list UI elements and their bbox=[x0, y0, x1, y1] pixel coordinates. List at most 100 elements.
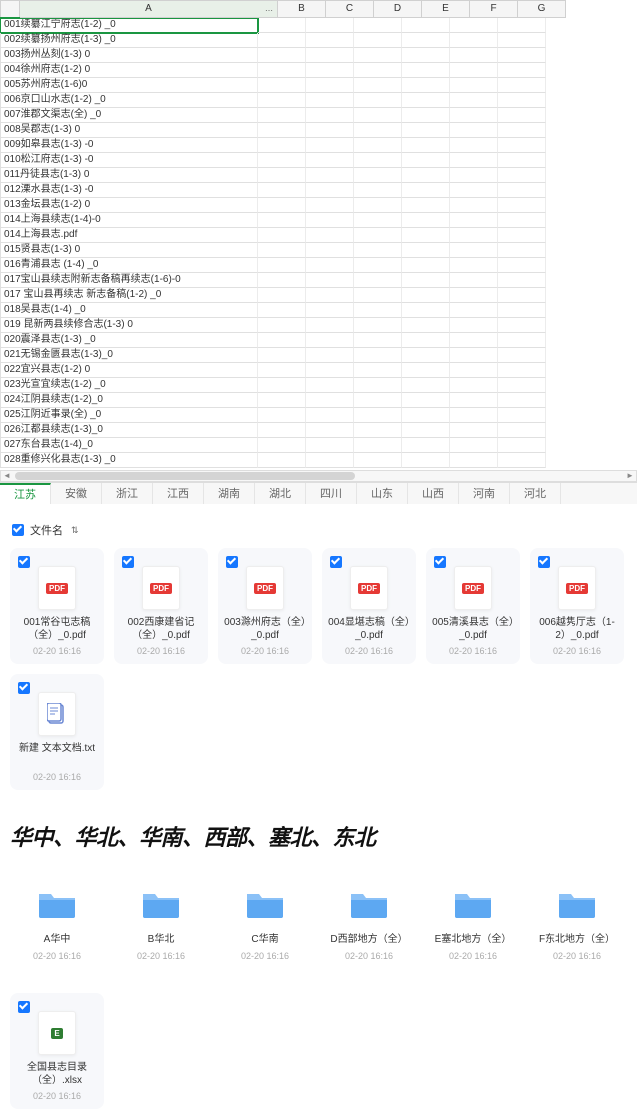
cell-D7[interactable] bbox=[354, 108, 402, 123]
cell-A14[interactable]: 014上海县续志(1-4)-0 bbox=[0, 213, 258, 228]
cell-F2[interactable] bbox=[450, 33, 498, 48]
cell-B30[interactable] bbox=[258, 453, 306, 468]
sort-icon[interactable]: ⇅ bbox=[71, 525, 79, 536]
cell-B24[interactable] bbox=[258, 363, 306, 378]
file-checkbox[interactable] bbox=[122, 556, 134, 568]
cell-E19[interactable] bbox=[402, 288, 450, 303]
select-all-checkbox[interactable] bbox=[12, 524, 24, 536]
cell-A7[interactable]: 007淮郡文渠志(全) _0 bbox=[0, 108, 258, 123]
cell-A22[interactable]: 020震泽县志(1-3) _0 bbox=[0, 333, 258, 348]
cell-G8[interactable] bbox=[498, 123, 546, 138]
cell-B13[interactable] bbox=[258, 198, 306, 213]
cell-F8[interactable] bbox=[450, 123, 498, 138]
cell-G16[interactable] bbox=[498, 243, 546, 258]
cell-G22[interactable] bbox=[498, 333, 546, 348]
file-checkbox[interactable] bbox=[434, 556, 446, 568]
cell-G29[interactable] bbox=[498, 438, 546, 453]
cell-G3[interactable] bbox=[498, 48, 546, 63]
file-checkbox[interactable] bbox=[330, 556, 342, 568]
sheet-tab[interactable]: 河南 bbox=[459, 483, 510, 504]
cell-C7[interactable] bbox=[306, 108, 354, 123]
file-checkbox[interactable] bbox=[18, 682, 30, 694]
cell-G13[interactable] bbox=[498, 198, 546, 213]
cell-C24[interactable] bbox=[306, 363, 354, 378]
cell-B8[interactable] bbox=[258, 123, 306, 138]
cell-F30[interactable] bbox=[450, 453, 498, 468]
column-header-C[interactable]: C bbox=[326, 0, 374, 18]
cell-B4[interactable] bbox=[258, 63, 306, 78]
cell-E14[interactable] bbox=[402, 213, 450, 228]
cell-E8[interactable] bbox=[402, 123, 450, 138]
cell-D10[interactable] bbox=[354, 153, 402, 168]
cell-F29[interactable] bbox=[450, 438, 498, 453]
cell-A2[interactable]: 002续纂扬州府志(1-3) _0 bbox=[0, 33, 258, 48]
cell-E10[interactable] bbox=[402, 153, 450, 168]
cell-E6[interactable] bbox=[402, 93, 450, 108]
cell-C15[interactable] bbox=[306, 228, 354, 243]
file-item[interactable]: PDF001常谷屯志稿（全）_0.pdf02-20 16:16 bbox=[10, 548, 104, 664]
cell-F22[interactable] bbox=[450, 333, 498, 348]
folder-item[interactable]: D西部地方（全）02-20 16:16 bbox=[322, 870, 416, 969]
cell-E17[interactable] bbox=[402, 258, 450, 273]
cell-C6[interactable] bbox=[306, 93, 354, 108]
cell-G27[interactable] bbox=[498, 408, 546, 423]
sheet-tab[interactable]: 湖南 bbox=[204, 483, 255, 504]
scrollbar-thumb[interactable] bbox=[15, 472, 355, 480]
cell-F21[interactable] bbox=[450, 318, 498, 333]
cell-G26[interactable] bbox=[498, 393, 546, 408]
cell-A9[interactable]: 009如皋县志(1-3) -0 bbox=[0, 138, 258, 153]
file-item[interactable]: 新建 文本文档.txt02-20 16:16 bbox=[10, 674, 104, 790]
cell-F16[interactable] bbox=[450, 243, 498, 258]
sheet-tab[interactable]: 四川 bbox=[306, 483, 357, 504]
scroll-right-arrow[interactable]: ► bbox=[624, 471, 636, 481]
cell-F10[interactable] bbox=[450, 153, 498, 168]
cell-D8[interactable] bbox=[354, 123, 402, 138]
cell-B19[interactable] bbox=[258, 288, 306, 303]
cell-A3[interactable]: 003扬州丛刻(1-3) 0 bbox=[0, 48, 258, 63]
cell-G14[interactable] bbox=[498, 213, 546, 228]
cell-G7[interactable] bbox=[498, 108, 546, 123]
cell-B12[interactable] bbox=[258, 183, 306, 198]
cell-G4[interactable] bbox=[498, 63, 546, 78]
cell-G18[interactable] bbox=[498, 273, 546, 288]
select-all-corner[interactable] bbox=[0, 0, 20, 18]
cell-E5[interactable] bbox=[402, 78, 450, 93]
cell-C18[interactable] bbox=[306, 273, 354, 288]
cell-A11[interactable]: 011丹徒县志(1-3) 0 bbox=[0, 168, 258, 183]
cell-B9[interactable] bbox=[258, 138, 306, 153]
cell-A1[interactable]: 001续纂江宁府志(1-2) _0 bbox=[0, 18, 258, 33]
cell-B17[interactable] bbox=[258, 258, 306, 273]
cell-F5[interactable] bbox=[450, 78, 498, 93]
cell-D29[interactable] bbox=[354, 438, 402, 453]
cell-D23[interactable] bbox=[354, 348, 402, 363]
cell-C10[interactable] bbox=[306, 153, 354, 168]
cell-B6[interactable] bbox=[258, 93, 306, 108]
cell-G23[interactable] bbox=[498, 348, 546, 363]
column-header-E[interactable]: E bbox=[422, 0, 470, 18]
file-item[interactable]: PDF004显堪志稿（全）_0.pdf02-20 16:16 bbox=[322, 548, 416, 664]
cell-F19[interactable] bbox=[450, 288, 498, 303]
cell-C5[interactable] bbox=[306, 78, 354, 93]
cell-A17[interactable]: 016青浦县志 (1-4) _0 bbox=[0, 258, 258, 273]
cell-F9[interactable] bbox=[450, 138, 498, 153]
cell-E4[interactable] bbox=[402, 63, 450, 78]
cell-D4[interactable] bbox=[354, 63, 402, 78]
cell-E22[interactable] bbox=[402, 333, 450, 348]
cell-E11[interactable] bbox=[402, 168, 450, 183]
cell-C1[interactable] bbox=[306, 18, 354, 33]
cell-D13[interactable] bbox=[354, 198, 402, 213]
cell-C20[interactable] bbox=[306, 303, 354, 318]
cell-C30[interactable] bbox=[306, 453, 354, 468]
cell-B16[interactable] bbox=[258, 243, 306, 258]
cell-E26[interactable] bbox=[402, 393, 450, 408]
folder-item[interactable]: C华南02-20 16:16 bbox=[218, 870, 312, 969]
cell-B21[interactable] bbox=[258, 318, 306, 333]
cell-E1[interactable] bbox=[402, 18, 450, 33]
cell-E13[interactable] bbox=[402, 198, 450, 213]
cell-B3[interactable] bbox=[258, 48, 306, 63]
cell-G11[interactable] bbox=[498, 168, 546, 183]
cell-C8[interactable] bbox=[306, 123, 354, 138]
cell-F12[interactable] bbox=[450, 183, 498, 198]
cell-D12[interactable] bbox=[354, 183, 402, 198]
cell-E9[interactable] bbox=[402, 138, 450, 153]
